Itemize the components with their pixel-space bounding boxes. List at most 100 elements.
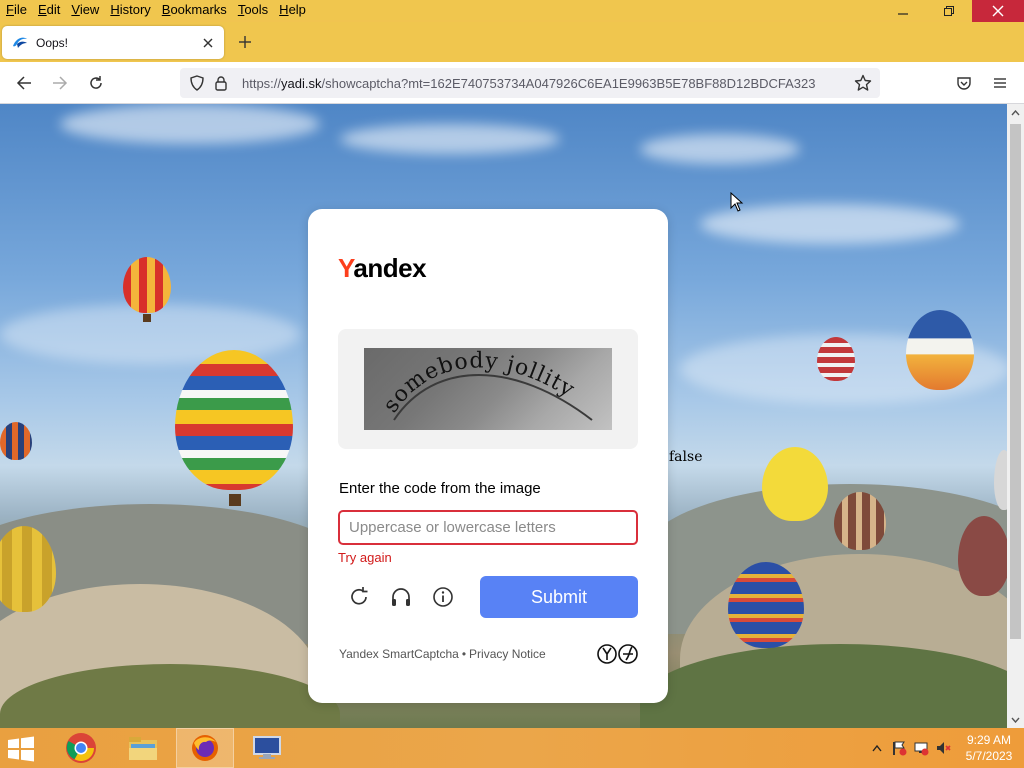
reload-icon bbox=[90, 76, 102, 89]
hot-air-balloon bbox=[175, 350, 293, 490]
chevron-up-icon bbox=[872, 744, 882, 752]
captcha-card: Yandex somebody jollity Enter the code f… bbox=[308, 209, 668, 703]
error-message: Try again bbox=[338, 550, 392, 565]
refresh-captcha-button[interactable] bbox=[345, 583, 373, 611]
close-icon bbox=[203, 38, 213, 47]
close-window-button[interactable] bbox=[972, 0, 1024, 22]
window-controls bbox=[880, 0, 1024, 22]
tracking-protection-button[interactable] bbox=[186, 72, 208, 94]
url-text[interactable]: https://yadi.sk/showcaptcha?mt=162E74075… bbox=[242, 76, 832, 91]
show-hidden-icons-button[interactable] bbox=[866, 737, 888, 759]
navigation-bar: https://yadi.sk/showcaptcha?mt=162E74075… bbox=[0, 62, 1024, 104]
taskbar-clock[interactable]: 9:29 AM 5/7/2023 bbox=[954, 732, 1024, 764]
app-menu-button[interactable] bbox=[987, 70, 1013, 96]
system-tray: 9:29 AM 5/7/2023 bbox=[866, 728, 1024, 768]
tab-title: Oops! bbox=[36, 35, 69, 50]
info-icon bbox=[433, 587, 453, 607]
reload-button[interactable] bbox=[83, 70, 109, 96]
hot-air-balloon bbox=[0, 422, 32, 460]
captcha-image: somebody jollity bbox=[364, 348, 612, 430]
menu-help[interactable]: Help bbox=[273, 0, 311, 20]
captcha-footer: Yandex SmartCaptcha • Privacy Notice bbox=[339, 647, 546, 661]
monitor-icon bbox=[253, 736, 281, 759]
hot-air-balloon bbox=[958, 516, 1007, 596]
mouse-cursor-icon bbox=[730, 192, 744, 212]
taskbar: 9:29 AM 5/7/2023 bbox=[0, 728, 1024, 768]
plus-icon bbox=[239, 36, 251, 48]
taskbar-remote-desktop[interactable] bbox=[238, 728, 296, 768]
shield-icon bbox=[190, 75, 204, 91]
network-button[interactable] bbox=[910, 737, 932, 759]
forward-button[interactable] bbox=[47, 70, 73, 96]
start-button[interactable] bbox=[6, 736, 38, 762]
hot-air-balloon bbox=[817, 337, 855, 381]
scroll-down-button[interactable] bbox=[1007, 711, 1024, 728]
svg-text:somebody jollity: somebody jollity bbox=[379, 348, 580, 417]
taskbar-firefox[interactable] bbox=[176, 728, 234, 768]
tab-oops[interactable]: Oops! bbox=[2, 26, 224, 59]
speaker-muted-icon bbox=[937, 742, 951, 754]
hot-air-balloon bbox=[834, 492, 886, 550]
site-info-button[interactable] bbox=[210, 72, 232, 94]
smartcaptcha-logo-icon bbox=[597, 644, 638, 664]
hamburger-icon bbox=[994, 78, 1006, 88]
stray-text: false bbox=[669, 449, 703, 465]
menu-edit[interactable]: Edit bbox=[32, 0, 65, 20]
taskbar-chrome[interactable] bbox=[52, 728, 110, 768]
refresh-icon bbox=[351, 587, 368, 605]
chevron-up-icon bbox=[1011, 109, 1020, 115]
back-button[interactable] bbox=[11, 70, 37, 96]
page-scrollbar[interactable] bbox=[1007, 104, 1024, 728]
hot-air-balloon bbox=[123, 257, 171, 313]
scroll-thumb[interactable] bbox=[1010, 124, 1021, 639]
tab-close-button[interactable] bbox=[198, 33, 218, 53]
star-icon bbox=[854, 74, 872, 91]
minimize-button[interactable] bbox=[880, 0, 926, 22]
favicon-icon bbox=[13, 37, 27, 48]
menu-file[interactable]: File bbox=[0, 0, 32, 20]
new-tab-button[interactable] bbox=[234, 31, 256, 53]
cloud bbox=[640, 134, 800, 164]
captcha-info-button[interactable] bbox=[429, 583, 457, 611]
captcha-code-input[interactable] bbox=[338, 510, 638, 545]
pocket-icon bbox=[957, 77, 971, 90]
scroll-up-button[interactable] bbox=[1007, 104, 1024, 121]
restore-icon bbox=[944, 6, 954, 16]
arrow-left-icon bbox=[16, 76, 31, 90]
yandex-logo: Yandex bbox=[338, 253, 427, 283]
lock-icon bbox=[215, 76, 227, 91]
audio-captcha-button[interactable] bbox=[387, 583, 415, 611]
privacy-notice-link[interactable]: Privacy Notice bbox=[469, 647, 546, 661]
cloud bbox=[60, 104, 320, 144]
hot-air-balloon bbox=[906, 310, 974, 390]
restore-button[interactable] bbox=[926, 0, 972, 22]
menu-tools[interactable]: Tools bbox=[232, 0, 273, 20]
pocket-button[interactable] bbox=[951, 70, 977, 96]
folder-icon bbox=[129, 737, 157, 760]
flag-alert-icon bbox=[893, 741, 907, 756]
firefox-icon bbox=[192, 735, 218, 761]
close-icon bbox=[992, 5, 1004, 17]
captcha-prompt: Enter the code from the image bbox=[339, 480, 541, 497]
arrow-right-icon bbox=[53, 76, 68, 90]
menu-view[interactable]: View bbox=[65, 0, 104, 20]
clock-date: 5/7/2023 bbox=[965, 749, 1013, 763]
windows-logo-icon bbox=[8, 736, 34, 762]
volume-button[interactable] bbox=[932, 737, 954, 759]
bookmark-star-button[interactable] bbox=[852, 72, 874, 94]
menu-bookmarks[interactable]: Bookmarks bbox=[156, 0, 232, 20]
headphones-icon bbox=[392, 588, 410, 606]
menu-history[interactable]: History bbox=[104, 0, 155, 20]
balloon-basket bbox=[229, 494, 241, 506]
hot-air-balloon bbox=[762, 447, 828, 521]
taskbar-file-explorer[interactable] bbox=[114, 728, 172, 768]
clock-time: 9:29 AM bbox=[966, 733, 1012, 747]
submit-button[interactable]: Submit bbox=[480, 576, 638, 618]
cloud bbox=[340, 124, 560, 154]
hot-air-balloon bbox=[728, 562, 804, 648]
captcha-text-art: somebody jollity bbox=[379, 348, 593, 421]
action-center-button[interactable] bbox=[888, 737, 910, 759]
url-bar[interactable]: https://yadi.sk/showcaptcha?mt=162E74075… bbox=[180, 68, 880, 98]
menu-bar: File Edit View History Bookmarks Tools H… bbox=[0, 0, 1024, 20]
chevron-down-icon bbox=[1011, 717, 1020, 723]
